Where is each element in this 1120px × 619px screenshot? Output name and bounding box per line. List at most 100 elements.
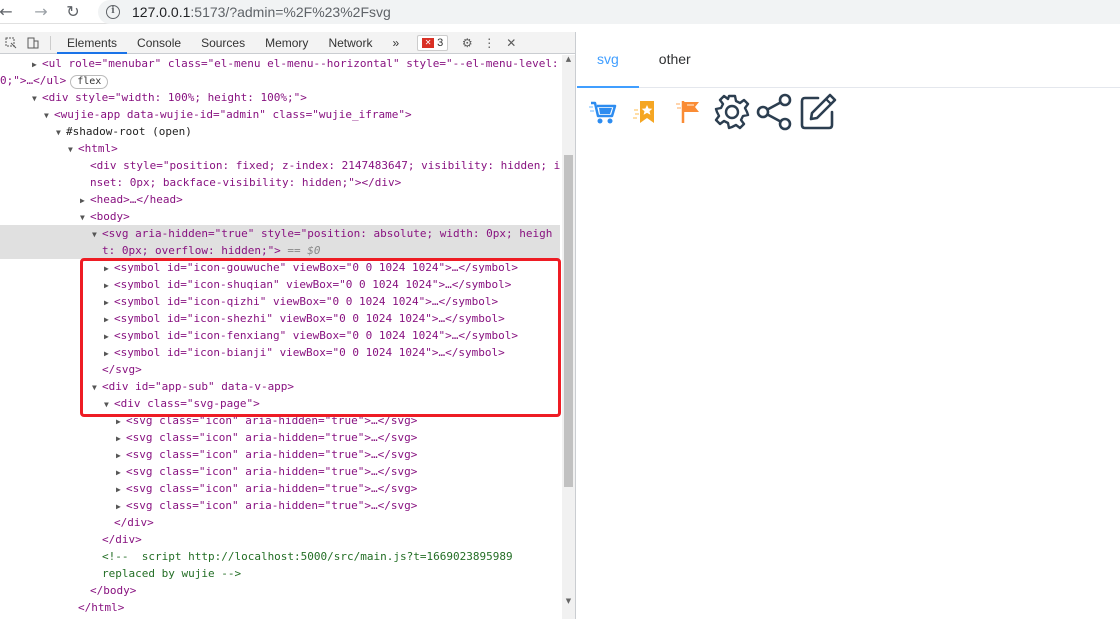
dom-node[interactable]: ▶ <svg class="icon" aria-hidden="true">…<… <box>0 412 560 429</box>
toolbar-divider <box>50 35 51 50</box>
menu-item-other[interactable]: other <box>639 32 711 88</box>
dom-node[interactable]: ▶ <svg class="icon" aria-hidden="true">…<… <box>0 446 560 463</box>
dom-node[interactable]: <!-- script http://localhost:5000/src/ma… <box>0 548 560 565</box>
info-icon[interactable]: i <box>106 4 120 19</box>
collapse-arrow-icon[interactable]: ▼ <box>92 226 102 243</box>
dom-node[interactable]: ▼ #shadow-root (open) <box>0 123 560 140</box>
error-badge[interactable]: ✕ 3 <box>417 34 449 51</box>
dom-node[interactable]: ▶ <symbol id="icon-shuqian" viewBox="0 0 … <box>0 276 560 293</box>
error-icon: ✕ <box>422 37 435 48</box>
expand-arrow-icon[interactable]: ▶ <box>80 192 90 209</box>
tab-elements[interactable]: Elements <box>57 32 128 54</box>
expand-arrow-icon[interactable]: ▶ <box>116 430 126 447</box>
dom-node[interactable]: ▶ <svg class="icon" aria-hidden="true">…<… <box>0 463 560 480</box>
scroll-thumb[interactable] <box>564 155 573 487</box>
tab-console[interactable]: Console <box>127 32 191 54</box>
dom-node[interactable]: ▶ <symbol id="icon-shezhi" viewBox="0 0 1… <box>0 310 560 327</box>
dom-node[interactable]: 0;">…</ul> flex <box>0 72 560 89</box>
selected-marker: == $0 <box>280 244 321 257</box>
kebab-menu-icon[interactable]: ⋮ <box>478 32 500 54</box>
expand-arrow-icon[interactable]: ▶ <box>104 311 114 328</box>
browser-toolbar: ← → ↻ i 127.0.0.1:5173/?admin=%2F%23%2Fs… <box>0 0 1120 24</box>
dom-node[interactable]: nset: 0px; backface-visibility: hidden;"… <box>0 174 560 191</box>
device-toggle-icon[interactable] <box>22 32 44 54</box>
dom-node[interactable]: ▶ <svg class="icon" aria-hidden="true">…<… <box>0 497 560 514</box>
collapse-arrow-icon[interactable]: ▼ <box>56 124 66 141</box>
node-text: <div style="width: 100%; height: 100%;"> <box>42 91 307 104</box>
expand-arrow-icon[interactable]: ▶ <box>116 498 126 515</box>
expand-arrow-icon[interactable]: ▶ <box>104 277 114 294</box>
scroll-down-icon[interactable]: ▼ <box>562 597 575 607</box>
reload-icon[interactable]: ↻ <box>62 1 84 23</box>
expand-arrow-icon[interactable]: ▶ <box>104 345 114 362</box>
url-host: 127.0.0.1 <box>132 3 191 20</box>
dom-node[interactable]: replaced by wujie --> <box>0 565 560 582</box>
dom-node[interactable]: ▼ <html> <box>0 140 560 157</box>
dom-node[interactable]: ▼ <div style="width: 100%; height: 100%;"… <box>0 89 560 106</box>
collapse-arrow-icon[interactable]: ▼ <box>32 90 42 107</box>
dom-node[interactable]: </body> <box>0 582 560 599</box>
dom-node[interactable]: ▶ <svg class="icon" aria-hidden="true">…<… <box>0 429 560 446</box>
dom-node[interactable]: ▶ <head>…</head> <box>0 191 560 208</box>
scroll-up-icon[interactable]: ▲ <box>562 55 575 65</box>
collapse-arrow-icon[interactable]: ▼ <box>44 107 54 124</box>
node-text: <symbol id="icon-fenxiang" viewBox="0 0 … <box>114 329 518 342</box>
dom-node[interactable]: ▼ <body> <box>0 208 560 225</box>
dom-node[interactable]: <div style="position: fixed; z-index: 21… <box>0 157 560 174</box>
node-text: </div> <box>102 533 142 546</box>
expand-arrow-icon[interactable]: ▶ <box>104 328 114 345</box>
forward-icon[interactable]: → <box>30 1 52 23</box>
horizontal-menu: svg other <box>577 32 1120 88</box>
elements-scrollbar[interactable]: ▲ ▼ <box>562 55 575 619</box>
dom-node-selected[interactable]: ▼ <svg aria-hidden="true" style="position… <box>0 225 560 242</box>
node-text: <symbol id="icon-shuqian" viewBox="0 0 1… <box>114 278 512 291</box>
more-tabs-button[interactable]: » <box>382 32 409 54</box>
flex-badge[interactable]: flex <box>70 75 109 89</box>
menu-item-svg[interactable]: svg <box>577 32 639 88</box>
tab-network[interactable]: Network <box>318 32 382 54</box>
dom-node-selected[interactable]: t: 0px; overflow: hidden;"> == $0 <box>0 242 560 259</box>
dom-node[interactable]: ▼ <div id="app-sub" data-v-app> <box>0 378 560 395</box>
collapse-arrow-icon[interactable]: ▼ <box>104 396 114 413</box>
dom-node[interactable]: ▶ <symbol id="icon-gouwuche" viewBox="0 0… <box>0 259 560 276</box>
node-text: 0;">…</ul> <box>0 74 67 87</box>
dom-node[interactable]: </html> <box>0 599 560 616</box>
address-bar[interactable]: i 127.0.0.1:5173/?admin=%2F%23%2Fsvg <box>98 0 1120 24</box>
node-text: nset: 0px; backface-visibility: hidden;"… <box>90 176 402 189</box>
devtools-panel: Elements Console Sources Memory Network … <box>0 32 576 619</box>
close-icon[interactable]: ✕ <box>500 32 522 54</box>
expand-arrow-icon[interactable]: ▶ <box>116 413 126 430</box>
dom-node[interactable]: </svg> <box>0 361 560 378</box>
share-icon <box>755 92 795 132</box>
app-preview: svg other <box>577 32 1120 619</box>
node-text: <symbol id="icon-bianji" viewBox="0 0 10… <box>114 346 505 359</box>
collapse-arrow-icon[interactable]: ▼ <box>68 141 78 158</box>
dom-node[interactable]: </div> <box>0 514 560 531</box>
node-text: #shadow-root (open) <box>66 125 192 138</box>
tab-memory[interactable]: Memory <box>255 32 318 54</box>
dom-node[interactable]: ▼ <wujie-app data-wujie-id="admin" class=… <box>0 106 560 123</box>
dom-node[interactable]: ▼ <div class="svg-page"> <box>0 395 560 412</box>
collapse-arrow-icon[interactable]: ▼ <box>80 209 90 226</box>
node-text: </body> <box>90 584 137 597</box>
dom-node[interactable]: ▶ <symbol id="icon-bianji" viewBox="0 0 1… <box>0 344 560 361</box>
back-icon[interactable]: ← <box>0 1 13 23</box>
dom-node[interactable]: ▶ <symbol id="icon-fenxiang" viewBox="0 0… <box>0 327 560 344</box>
expand-arrow-icon[interactable]: ▶ <box>32 56 42 73</box>
expand-arrow-icon[interactable]: ▶ <box>116 481 126 498</box>
node-text: <symbol id="icon-qizhi" viewBox="0 0 102… <box>114 295 499 308</box>
settings-gear-icon[interactable]: ⚙ <box>456 32 478 54</box>
tab-sources[interactable]: Sources <box>191 32 255 54</box>
dom-node[interactable]: ▶ <ul role="menubar" class="el-menu el-me… <box>0 55 560 72</box>
inspect-element-icon[interactable] <box>0 32 22 54</box>
dom-node[interactable]: ▶ <symbol id="icon-qizhi" viewBox="0 0 10… <box>0 293 560 310</box>
dom-node[interactable]: </div> <box>0 531 560 548</box>
node-text: <svg class="icon" aria-hidden="true">…</… <box>126 499 418 512</box>
expand-arrow-icon[interactable]: ▶ <box>116 464 126 481</box>
expand-arrow-icon[interactable]: ▶ <box>116 447 126 464</box>
bookmark-icon <box>626 92 666 132</box>
collapse-arrow-icon[interactable]: ▼ <box>92 379 102 396</box>
expand-arrow-icon[interactable]: ▶ <box>104 294 114 311</box>
dom-node[interactable]: ▶ <svg class="icon" aria-hidden="true">…<… <box>0 480 560 497</box>
expand-arrow-icon[interactable]: ▶ <box>104 260 114 277</box>
